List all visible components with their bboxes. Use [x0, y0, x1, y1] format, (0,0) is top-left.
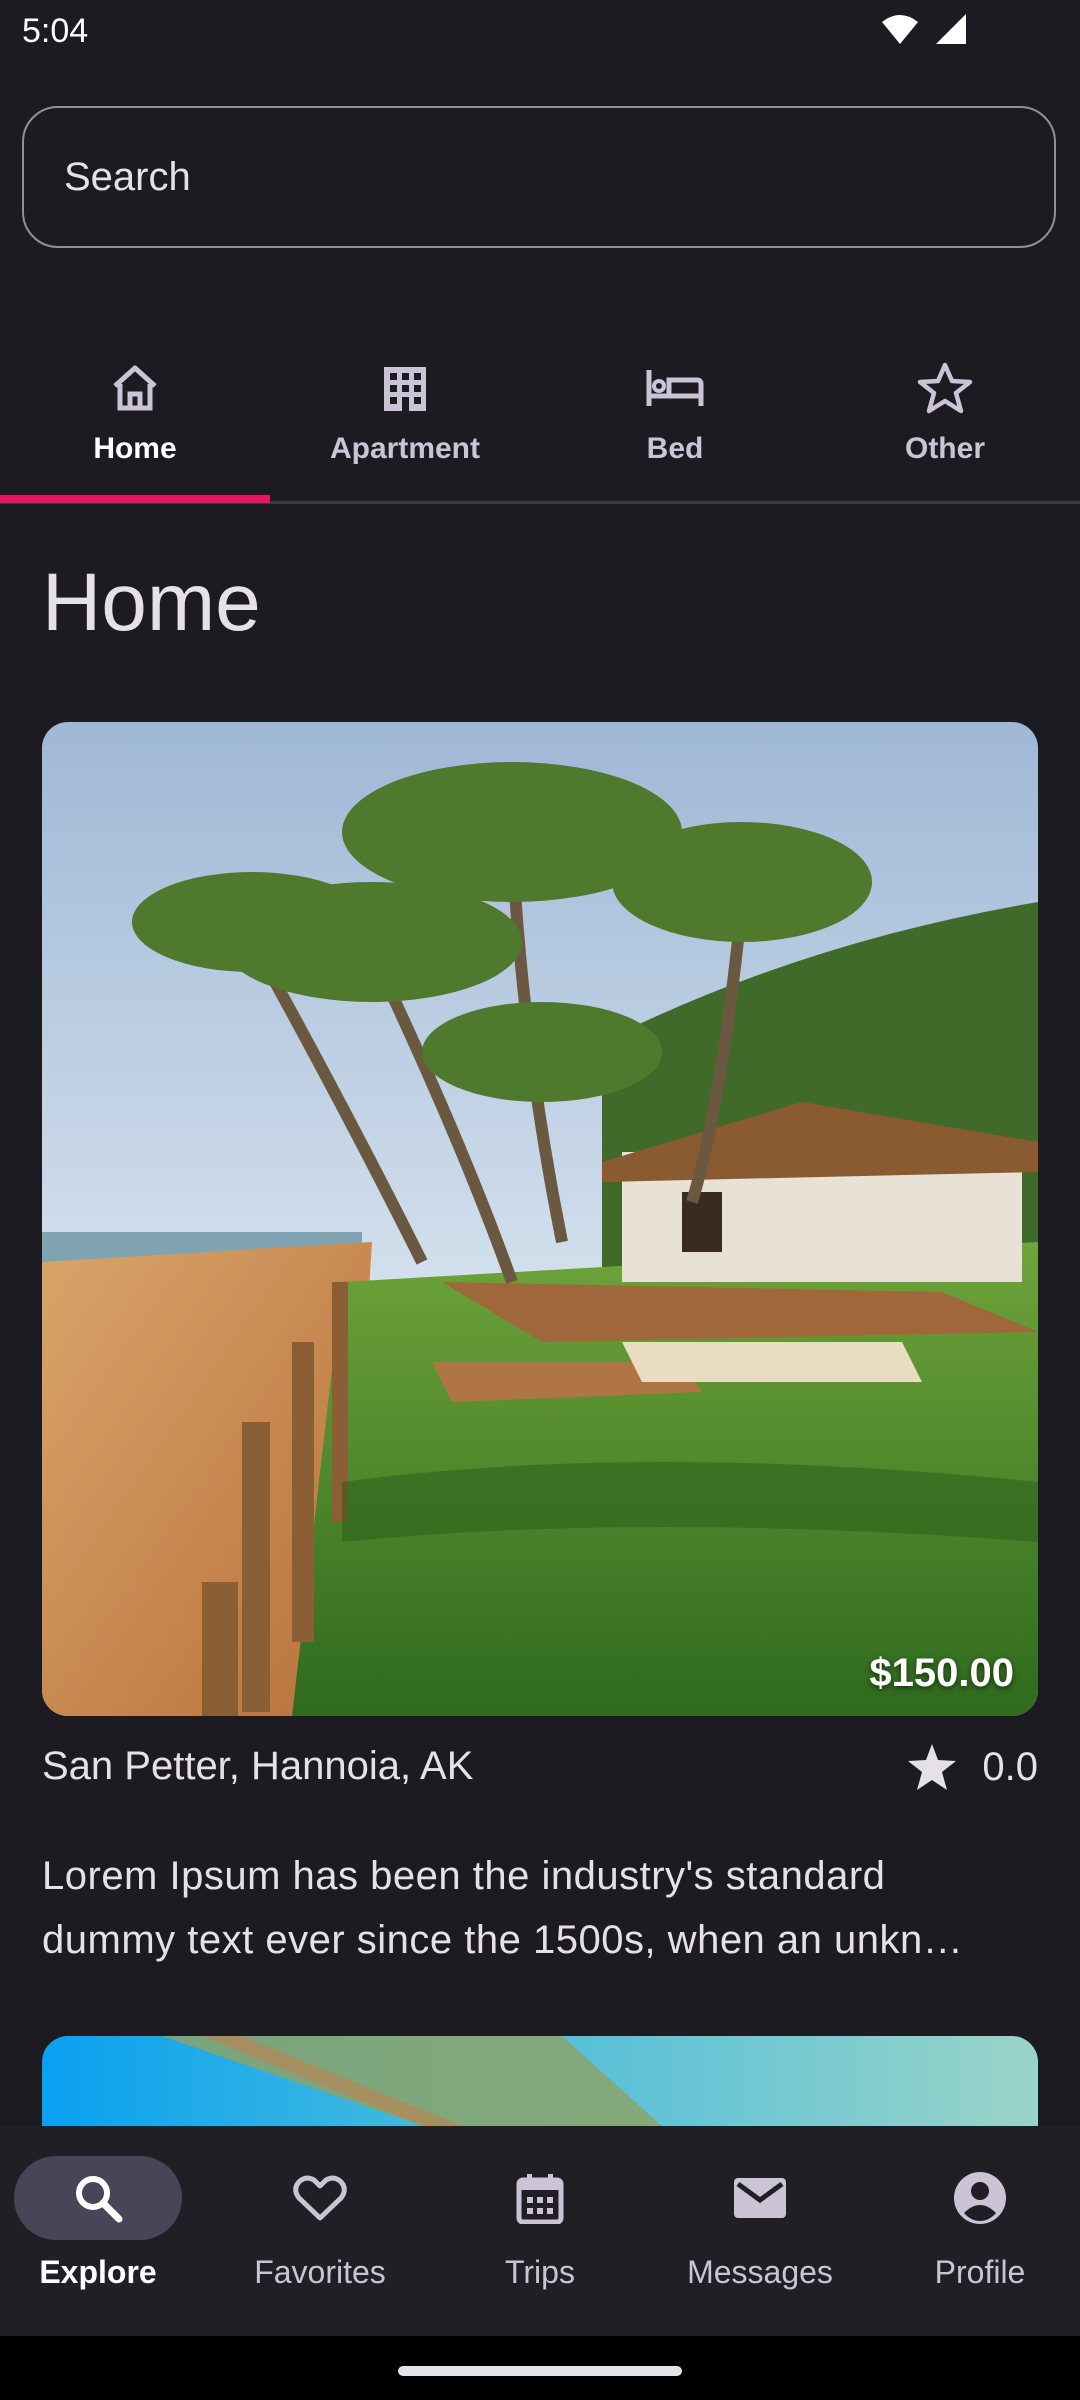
listing-location: San Petter, Hannoia, AK — [42, 1744, 474, 1788]
rating-value: 0.0 — [982, 1744, 1038, 1789]
description-line: dummy text ever since the 1500s, when an… — [42, 1918, 964, 1962]
gesture-handle[interactable] — [398, 2366, 682, 2376]
signal-icon — [936, 14, 966, 44]
home-icon — [109, 360, 161, 416]
nav-explore[interactable]: Explore — [0, 2156, 208, 2326]
category-tabs: Home Apartment Bed Other — [0, 350, 1080, 504]
search-icon — [76, 2176, 123, 2223]
search-placeholder: Search — [64, 154, 191, 199]
beach-house-illustration — [42, 722, 1038, 1716]
status-bar: 5:04 — [0, 0, 1080, 64]
star-outline-icon — [916, 360, 974, 416]
tab-apartment[interactable]: Apartment — [270, 350, 540, 500]
nav-label: Profile — [934, 2254, 1026, 2290]
nav-pill — [14, 2156, 182, 2240]
tab-label: Home — [93, 432, 177, 465]
nav-label: Favorites — [254, 2254, 386, 2290]
bottom-navigation: Explore Favorites Trips Messages Profile — [0, 2126, 1080, 2336]
tab-other[interactable]: Other — [810, 350, 1080, 500]
nav-label: Messages — [687, 2254, 833, 2290]
listing-image[interactable]: $150.00 — [42, 722, 1038, 1716]
nav-label: Trips — [505, 2254, 575, 2290]
gesture-bar — [0, 2336, 1080, 2400]
tab-bed[interactable]: Bed — [540, 350, 810, 500]
status-time: 5:04 — [22, 12, 89, 50]
tab-label: Other — [904, 432, 985, 465]
nav-pill — [456, 2156, 624, 2240]
mail-icon — [734, 2178, 786, 2218]
nav-pill — [236, 2156, 404, 2240]
account-icon — [954, 2172, 1006, 2224]
heart-icon — [293, 2175, 347, 2221]
description-line: Lorem Ipsum has been the industry's stan… — [42, 1854, 886, 1898]
tab-label: Apartment — [329, 432, 480, 465]
nav-label: Explore — [39, 2254, 157, 2290]
nav-favorites[interactable]: Favorites — [210, 2156, 430, 2326]
listing-rating: 0.0 — [906, 1742, 1038, 1792]
nav-profile[interactable]: Profile — [870, 2156, 1080, 2326]
nav-messages[interactable]: Messages — [650, 2156, 870, 2326]
status-icons — [880, 12, 968, 46]
bed-icon — [645, 360, 705, 416]
star-icon — [908, 1744, 957, 1790]
tab-home[interactable]: Home — [0, 350, 270, 500]
search-input[interactable]: Search — [22, 106, 1056, 248]
page-title: Home — [42, 557, 261, 648]
calendar-icon — [516, 2174, 564, 2224]
nav-pill — [676, 2156, 844, 2240]
price-label: $150.00 — [869, 1651, 1014, 1695]
apartment-icon — [380, 360, 430, 416]
nav-trips[interactable]: Trips — [430, 2156, 650, 2326]
next-listing-illustration — [42, 2036, 1038, 2126]
tab-indicator — [0, 495, 270, 503]
wifi-icon — [882, 15, 918, 44]
next-listing-image[interactable] — [42, 2036, 1038, 2126]
nav-pill — [896, 2156, 1064, 2240]
listing-description: Lorem Ipsum has been the industry's stan… — [42, 1844, 1038, 1972]
tab-label: Bed — [646, 432, 704, 465]
